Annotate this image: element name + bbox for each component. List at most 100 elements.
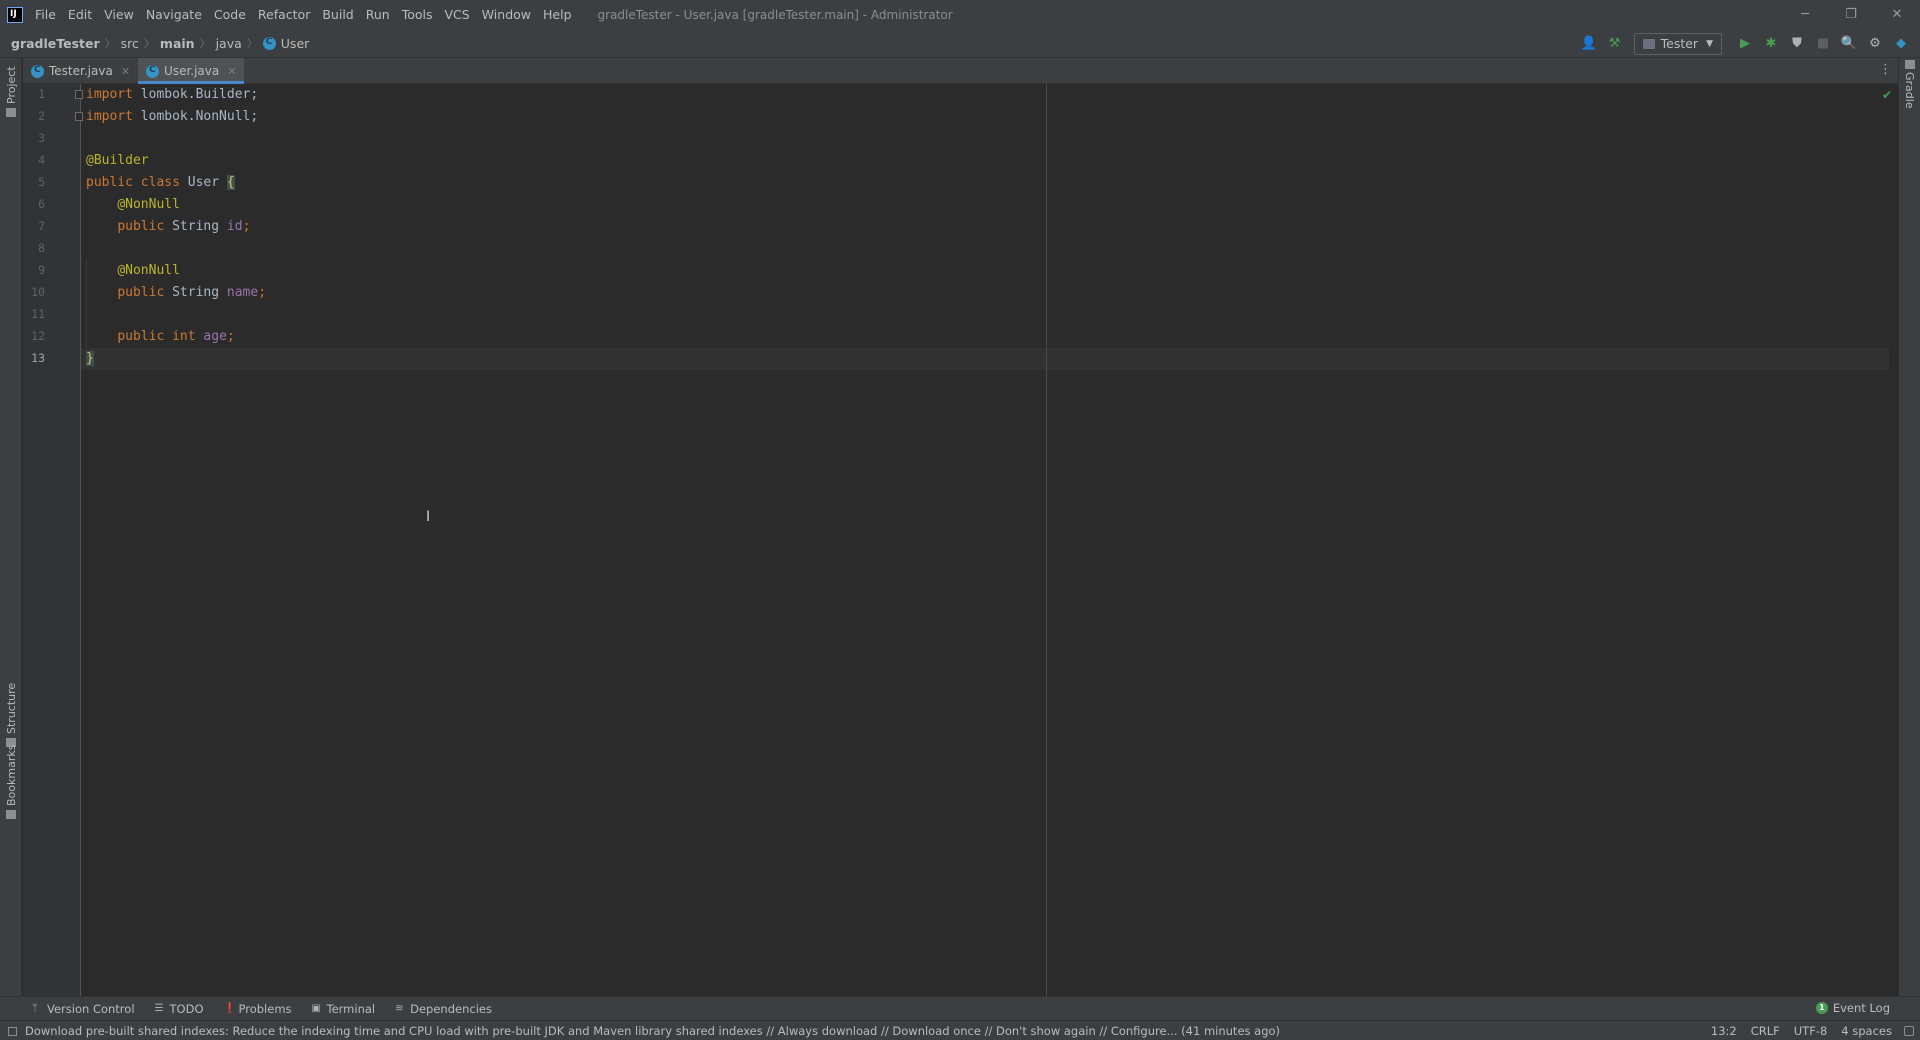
tab-tester-java[interactable]: Tester.java ✕ xyxy=(23,58,138,84)
code-token: @NonNull xyxy=(117,263,180,278)
search-everywhere-icon[interactable]: 🔍 xyxy=(1838,33,1860,55)
menu-run[interactable]: Run xyxy=(360,0,396,29)
intellij-logo-icon[interactable] xyxy=(7,6,23,23)
line-number[interactable]: 9 xyxy=(23,263,45,277)
chevron-down-icon: ▼ xyxy=(1706,38,1713,49)
version-control-tool[interactable]: ᛘ Version Control xyxy=(32,1002,135,1016)
caret-position[interactable]: 13:2 xyxy=(1711,1024,1737,1038)
code-line[interactable]: import lombok.NonNull; xyxy=(86,106,258,128)
code-line[interactable]: public String name; xyxy=(86,282,266,304)
line-number[interactable]: 10 xyxy=(23,285,45,299)
breadcrumb-src[interactable]: src xyxy=(121,36,139,51)
structure-tool-tab[interactable]: Structure xyxy=(0,678,22,747)
code-line[interactable]: public String id; xyxy=(86,216,250,238)
main-toolbar: 👤 ⚒ Tester ▼ ▶ ✱ ⛊ ■ 🔍 ⚙ ◆ xyxy=(1574,29,1912,58)
indent-setting[interactable]: 4 spaces xyxy=(1841,1024,1892,1038)
gradle-tool-tab[interactable]: Gradle xyxy=(1899,58,1920,109)
editor-gutter[interactable]: 1 2 3 4 5 6 7 8 9 10 11 12 13 xyxy=(23,84,83,996)
gradle-elephant-icon xyxy=(1905,60,1915,69)
code-line[interactable]: import lombok.Builder; xyxy=(86,84,258,106)
status-message[interactable]: Download pre-built shared indexes: Reduc… xyxy=(8,1024,1280,1038)
close-tab-icon[interactable]: ✕ xyxy=(121,65,130,78)
line-separator[interactable]: CRLF xyxy=(1751,1024,1780,1038)
menu-help[interactable]: Help xyxy=(537,0,578,29)
application-config-icon xyxy=(1642,38,1655,49)
fold-marker-icon[interactable] xyxy=(75,90,83,99)
problems-label: Problems xyxy=(238,1001,292,1016)
line-number[interactable]: 11 xyxy=(23,307,45,321)
stop-icon[interactable]: ■ xyxy=(1812,33,1834,55)
line-number[interactable]: 5 xyxy=(23,175,45,189)
fold-marker-icon[interactable] xyxy=(75,112,83,121)
menu-tools[interactable]: Tools xyxy=(396,0,439,29)
line-number[interactable]: 4 xyxy=(23,153,45,167)
code-line[interactable]: public int age; xyxy=(86,326,234,348)
code-token: id xyxy=(226,219,243,234)
run-icon[interactable]: ▶ xyxy=(1734,33,1756,55)
bookmarks-tool-tab[interactable]: Bookmarks xyxy=(0,745,22,819)
event-log-button[interactable]: 1 Event Log xyxy=(1815,1001,1890,1015)
terminal-tool[interactable]: ▣ Terminal xyxy=(312,1002,376,1016)
menu-build[interactable]: Build xyxy=(316,0,359,29)
breadcrumb-java[interactable]: java xyxy=(216,36,242,51)
line-number[interactable]: 13 xyxy=(23,351,45,365)
line-number[interactable]: 12 xyxy=(23,329,45,343)
tab-user-java[interactable]: User.java ✕ xyxy=(138,58,245,84)
line-number[interactable]: 7 xyxy=(23,219,45,233)
code-line[interactable]: @Builder xyxy=(86,150,149,172)
restore-button[interactable]: ❐ xyxy=(1828,0,1874,29)
code-token: import xyxy=(86,109,133,124)
code-line[interactable]: public class User { xyxy=(86,172,235,194)
problems-tool[interactable]: ❗ Problems xyxy=(224,1002,292,1016)
breadcrumb-user[interactable]: User xyxy=(281,36,310,51)
code-token: @Builder xyxy=(86,153,149,168)
menu-file[interactable]: File xyxy=(29,0,62,29)
code-line[interactable]: @NonNull xyxy=(86,260,180,282)
file-encoding[interactable]: UTF-8 xyxy=(1794,1024,1828,1038)
tab-label: User.java xyxy=(164,64,220,78)
line-number[interactable]: 6 xyxy=(23,197,45,211)
line-number[interactable]: 8 xyxy=(23,241,45,255)
close-button[interactable]: ✕ xyxy=(1874,0,1920,29)
line-number[interactable]: 3 xyxy=(23,131,45,145)
text-cursor-icon: Ι xyxy=(426,509,431,525)
menu-navigate[interactable]: Navigate xyxy=(140,0,208,29)
line-number[interactable]: 1 xyxy=(23,87,45,101)
status-toggle-icon[interactable] xyxy=(8,1026,17,1036)
breadcrumb-main[interactable]: main xyxy=(160,36,195,51)
jetbrains-toolbox-icon[interactable]: ◆ xyxy=(1890,33,1912,55)
code-editor[interactable]: 1 2 3 4 5 6 7 8 9 10 11 12 13 import lombok.Builder;… xyxy=(23,84,1898,996)
code-line[interactable]: @NonNull xyxy=(86,194,180,216)
menu-view[interactable]: View xyxy=(98,0,140,29)
left-tool-stripe: Project Structure Bookmarks xyxy=(0,58,22,996)
problems-icon: ❗ xyxy=(223,1002,236,1014)
tab-label: Tester.java xyxy=(49,64,113,78)
minimize-button[interactable]: ─ xyxy=(1782,0,1828,29)
menu-edit[interactable]: Edit xyxy=(62,0,98,29)
coverage-icon[interactable]: ⛊ xyxy=(1786,33,1808,55)
close-tab-icon[interactable]: ✕ xyxy=(227,65,236,78)
menu-vcs[interactable]: VCS xyxy=(439,0,476,29)
no-problems-check-icon[interactable]: ✔ xyxy=(1882,88,1892,102)
todo-tool[interactable]: ☰ TODO xyxy=(155,1002,204,1016)
debug-icon[interactable]: ✱ xyxy=(1760,33,1782,55)
event-count-badge: 1 xyxy=(1815,1002,1828,1014)
list-icon: ☰ xyxy=(154,1002,164,1014)
build-hammer-icon[interactable]: ⚒ xyxy=(1604,33,1626,55)
read-only-lock-icon[interactable] xyxy=(1904,1026,1914,1036)
line-number[interactable]: 2 xyxy=(23,109,45,123)
breadcrumb-project[interactable]: gradleTester xyxy=(11,36,100,51)
menu-refactor[interactable]: Refactor xyxy=(252,0,316,29)
more-options-icon[interactable]: ⋮ xyxy=(1879,62,1892,77)
code-line[interactable]: } xyxy=(86,348,94,370)
menu-window[interactable]: Window xyxy=(476,0,537,29)
run-configuration-select[interactable]: Tester ▼ xyxy=(1633,32,1722,55)
settings-gear-icon[interactable]: ⚙ xyxy=(1864,33,1886,55)
dependencies-tool[interactable]: ≋ Dependencies xyxy=(395,1002,492,1016)
menu-code[interactable]: Code xyxy=(208,0,252,29)
project-tool-tab[interactable]: Project xyxy=(0,66,22,117)
user-account-icon[interactable]: 👤 xyxy=(1578,33,1600,55)
